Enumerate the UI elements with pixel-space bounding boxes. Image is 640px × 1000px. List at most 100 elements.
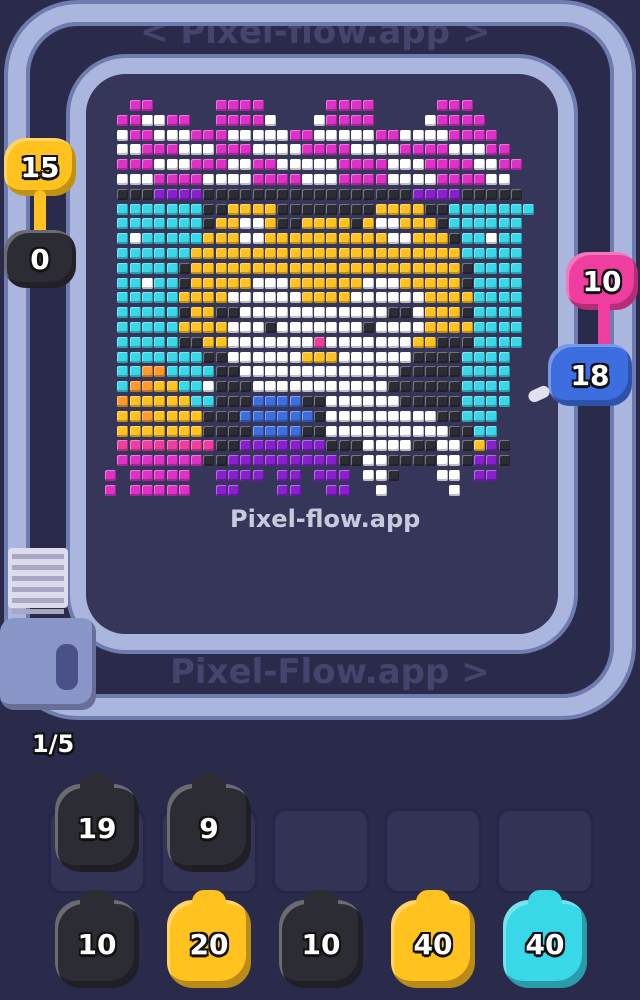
- pixel-block: [437, 292, 449, 304]
- pixel-block: [178, 233, 190, 245]
- pixel-block: [141, 277, 153, 289]
- pixel-block: [338, 129, 350, 141]
- queue-unit-top[interactable]: 9: [167, 774, 251, 872]
- queue-unit-bottom[interactable]: 40: [391, 890, 475, 988]
- unit-ear: [416, 890, 450, 912]
- queue-slot[interactable]: [384, 808, 482, 894]
- pixel-block: [449, 351, 461, 363]
- queue-slot[interactable]: [272, 808, 370, 894]
- unit-count: 40: [413, 927, 453, 961]
- pixel-block: [338, 159, 350, 171]
- pixel-block: [486, 425, 498, 437]
- pixel-block: [498, 218, 510, 230]
- pixel-block: [400, 410, 412, 422]
- pixel-block: [437, 425, 449, 437]
- pixel-block: [203, 203, 215, 215]
- pixel-block: [178, 159, 190, 171]
- pixel-block: [117, 174, 129, 185]
- shooter-black-left[interactable]: 0: [4, 230, 76, 288]
- queue-unit-bottom[interactable]: 20: [167, 890, 251, 988]
- pixel-block: [264, 292, 276, 304]
- pixel-block: [400, 425, 412, 437]
- pixel-block: [240, 174, 252, 185]
- pixel-block: [166, 322, 178, 333]
- pixel-block: [461, 322, 473, 333]
- pixel-block: [117, 203, 129, 215]
- queue-unit-bottom[interactable]: 10: [279, 890, 363, 988]
- pixel-block: [240, 144, 252, 156]
- pixel-block: [129, 262, 141, 274]
- pixel-block: [424, 425, 436, 437]
- pixel-block: [252, 336, 264, 348]
- pixel-block: [264, 381, 276, 393]
- pixel-block: [338, 144, 350, 156]
- pixel-block: [314, 144, 326, 156]
- pixel-block: [449, 425, 461, 437]
- pixel-block: [289, 425, 301, 437]
- pixel-block: [289, 144, 301, 156]
- pixel-block: [498, 336, 510, 348]
- pixel-block: [228, 262, 239, 274]
- pixel-block: [301, 144, 313, 156]
- pixel-block: [240, 336, 252, 348]
- pixel-block: [289, 455, 301, 467]
- unit-count: 19: [77, 811, 117, 845]
- pixel-block: [154, 262, 166, 274]
- pixel-block: [252, 174, 264, 185]
- pixel-block: [141, 366, 153, 378]
- queue-unit-bottom[interactable]: 40: [503, 890, 587, 988]
- pixel-block: [424, 233, 436, 245]
- pixel-block: [351, 174, 362, 185]
- pixel-block: [191, 410, 203, 422]
- queue-unit-top[interactable]: 19: [55, 774, 139, 872]
- pixel-block: [437, 248, 449, 259]
- queue-slot[interactable]: [496, 808, 594, 894]
- pixel-block: [178, 129, 190, 141]
- pixel-block: [424, 262, 436, 274]
- pixel-block: [363, 144, 375, 156]
- pixel-block: [289, 218, 301, 230]
- pixel-block: [178, 366, 190, 378]
- pixel-block: [326, 351, 338, 363]
- pixel-block: [228, 114, 239, 126]
- pixel-block: [191, 129, 203, 141]
- pixel-block: [326, 129, 338, 141]
- pixel-block: [228, 455, 239, 467]
- pixel-block: [191, 159, 203, 171]
- pixel-block: [474, 277, 485, 289]
- pixel-block: [314, 159, 326, 171]
- pixel-block: [326, 396, 338, 407]
- pixel-block: [387, 174, 399, 185]
- pixel-block: [252, 381, 264, 393]
- pixel-block: [412, 233, 424, 245]
- pixel-block: [474, 129, 485, 141]
- pixel-block: [412, 203, 424, 215]
- pixel-block: [264, 351, 276, 363]
- shooter-yellow-left[interactable]: 15: [4, 138, 76, 196]
- pixel-block: [338, 248, 350, 259]
- pixel-block: [252, 144, 264, 156]
- queue-unit-bottom[interactable]: 10: [55, 890, 139, 988]
- pixel-block: [498, 188, 510, 200]
- pixel-block: [215, 484, 227, 496]
- pixel-block: [363, 396, 375, 407]
- pixel-block: [387, 277, 399, 289]
- pixel-block: [240, 425, 252, 437]
- pixel-block: [166, 336, 178, 348]
- pixel-block: [117, 188, 129, 200]
- pixel-block: [486, 262, 498, 274]
- pixel-block: [387, 144, 399, 156]
- pixel-block: [277, 218, 289, 230]
- pixel-block: [178, 188, 190, 200]
- pixel-block: [228, 277, 239, 289]
- pixel-block: [301, 425, 313, 437]
- pixel-block: [363, 262, 375, 274]
- pixel-block: [166, 262, 178, 274]
- pixel-block: [400, 277, 412, 289]
- pixel-block: [400, 218, 412, 230]
- shooter-blue-right[interactable]: 18: [548, 344, 632, 406]
- pixel-block: [363, 425, 375, 437]
- pixel-block: [203, 455, 215, 467]
- pixel-block: [264, 307, 276, 319]
- pixel-block: [437, 174, 449, 185]
